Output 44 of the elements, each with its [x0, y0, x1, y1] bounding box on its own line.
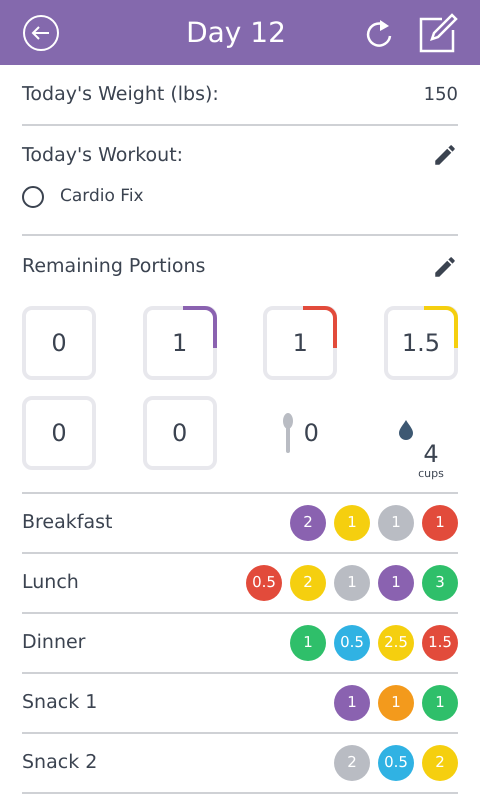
spoon-icon [282, 412, 294, 452]
portion-dot: 1 [378, 564, 414, 600]
portion-dot: 3 [422, 564, 458, 600]
portion-dot: 1 [334, 504, 370, 540]
portion-dot: 1 [334, 564, 370, 600]
portion-dot: 1 [334, 684, 370, 720]
meal-name[interactable]: Lunch [22, 568, 79, 597]
portion-dot: 2 [422, 744, 458, 780]
weight-label: Today's Weight (lbs): [22, 82, 219, 108]
workout-radio[interactable] [22, 186, 44, 208]
portion-dot: 2 [290, 504, 326, 540]
portion-value: 4 [423, 442, 439, 466]
portion-dot: 1 [290, 624, 326, 660]
edit-button[interactable] [418, 12, 458, 52]
portion-dot: 1.5 [422, 624, 458, 660]
meal-name[interactable]: Breakfast [22, 508, 112, 537]
portion-dot: 0.5 [378, 744, 414, 780]
portion-dot: 1 [422, 504, 458, 540]
portion-box: 0 [22, 396, 96, 470]
back-button[interactable] [22, 14, 60, 52]
portion-dot: 2 [290, 564, 326, 600]
meal-name[interactable]: Snack 2 [22, 748, 98, 777]
workout-label: Today's Workout: [22, 142, 184, 168]
portion-dot: 0.5 [334, 624, 370, 660]
portion-box: 1 [142, 306, 217, 380]
portion-value: 0 [304, 420, 319, 444]
portion-dot: 1 [422, 684, 458, 720]
weight-value[interactable]: 150 [424, 81, 458, 108]
workout-name: Cardio Fix [60, 185, 144, 208]
portion-box: 0 [22, 306, 96, 380]
portion-dot: 2 [334, 744, 370, 780]
portion-dot: 1 [378, 504, 414, 540]
portion-dot: 2.5 [378, 624, 414, 660]
portion-dot: 0.5 [246, 564, 282, 600]
page-title: Day 12 [186, 14, 286, 50]
portion-box: 1.5 [384, 306, 458, 380]
unit-label: cups [418, 466, 444, 482]
portion-dot: 1 [378, 684, 414, 720]
portion-box: 1 [263, 306, 338, 380]
meal-name[interactable]: Dinner [22, 628, 86, 657]
portion-box: 0 [142, 396, 217, 470]
portions-label: Remaining Portions [22, 254, 206, 280]
meal-name[interactable]: Snack 1 [22, 688, 98, 717]
water-drop-icon [398, 420, 414, 440]
